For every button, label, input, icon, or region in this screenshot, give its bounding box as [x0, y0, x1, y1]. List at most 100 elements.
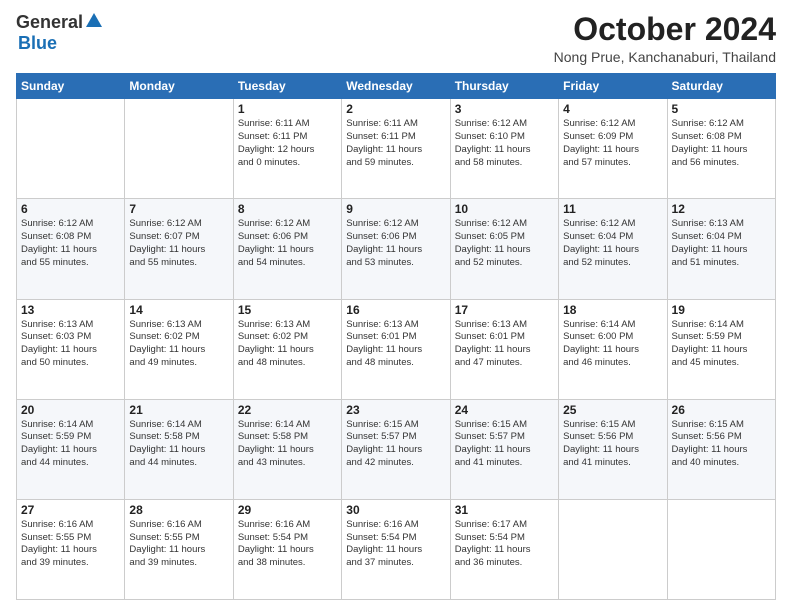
calendar-cell: 3 Sunrise: 6:12 AM Sunset: 6:10 PM Daylig…	[450, 99, 558, 199]
day-info: Sunrise: 6:12 AM Sunset: 6:06 PM Dayligh…	[346, 218, 445, 269]
day-info: Sunrise: 6:14 AM Sunset: 5:58 PM Dayligh…	[238, 419, 337, 470]
calendar-header-saturday: Saturday	[667, 74, 775, 99]
logo-blue-text: Blue	[18, 33, 57, 54]
day-info: Sunrise: 6:11 AM Sunset: 6:11 PM Dayligh…	[238, 118, 337, 169]
calendar-cell: 18 Sunrise: 6:14 AM Sunset: 6:00 PM Dayli…	[559, 299, 667, 399]
day-number: 7	[129, 202, 228, 216]
calendar-cell: 1Sunrise: 6:11 AM Sunset: 6:11 PM Daylig…	[233, 99, 341, 199]
day-number: 13	[21, 303, 120, 317]
day-number: 31	[455, 503, 554, 517]
day-info: Sunrise: 6:14 AM Sunset: 6:00 PM Dayligh…	[563, 319, 662, 370]
calendar-cell: 2 Sunrise: 6:11 AM Sunset: 6:11 PM Daylig…	[342, 99, 450, 199]
calendar-cell: 22 Sunrise: 6:14 AM Sunset: 5:58 PM Dayli…	[233, 399, 341, 499]
day-number: 25	[563, 403, 662, 417]
calendar-cell: 20 Sunrise: 6:14 AM Sunset: 5:59 PM Dayli…	[17, 399, 125, 499]
day-info: Sunrise: 6:12 AM Sunset: 6:08 PM Dayligh…	[21, 218, 120, 269]
calendar-cell: 4 Sunrise: 6:12 AM Sunset: 6:09 PM Daylig…	[559, 99, 667, 199]
month-title: October 2024	[554, 12, 776, 47]
calendar-cell: 6 Sunrise: 6:12 AM Sunset: 6:08 PM Daylig…	[17, 199, 125, 299]
day-number: 14	[129, 303, 228, 317]
day-info: Sunrise: 6:15 AM Sunset: 5:56 PM Dayligh…	[563, 419, 662, 470]
day-number: 20	[21, 403, 120, 417]
calendar-cell: 19 Sunrise: 6:14 AM Sunset: 5:59 PM Dayli…	[667, 299, 775, 399]
day-number: 8	[238, 202, 337, 216]
logo: General Blue	[16, 12, 102, 54]
day-info: Sunrise: 6:12 AM Sunset: 6:07 PM Dayligh…	[129, 218, 228, 269]
day-info: Sunrise: 6:13 AM Sunset: 6:04 PM Dayligh…	[672, 218, 771, 269]
day-number: 29	[238, 503, 337, 517]
logo-arrow-icon	[86, 13, 102, 29]
calendar-week-row: 1Sunrise: 6:11 AM Sunset: 6:11 PM Daylig…	[17, 99, 776, 199]
title-block: October 2024 Nong Prue, Kanchanaburi, Th…	[554, 12, 776, 65]
day-info: Sunrise: 6:13 AM Sunset: 6:02 PM Dayligh…	[129, 319, 228, 370]
day-number: 18	[563, 303, 662, 317]
day-number: 11	[563, 202, 662, 216]
calendar-header-thursday: Thursday	[450, 74, 558, 99]
day-info: Sunrise: 6:15 AM Sunset: 5:57 PM Dayligh…	[455, 419, 554, 470]
calendar-week-row: 6 Sunrise: 6:12 AM Sunset: 6:08 PM Daylig…	[17, 199, 776, 299]
calendar-cell	[125, 99, 233, 199]
day-number: 16	[346, 303, 445, 317]
page-header: General Blue October 2024 Nong Prue, Kan…	[16, 12, 776, 65]
day-info: Sunrise: 6:16 AM Sunset: 5:54 PM Dayligh…	[346, 519, 445, 570]
calendar-header-row: SundayMondayTuesdayWednesdayThursdayFrid…	[17, 74, 776, 99]
day-info: Sunrise: 6:13 AM Sunset: 6:01 PM Dayligh…	[455, 319, 554, 370]
day-number: 26	[672, 403, 771, 417]
calendar-cell: 9 Sunrise: 6:12 AM Sunset: 6:06 PM Daylig…	[342, 199, 450, 299]
day-number: 9	[346, 202, 445, 216]
day-number: 3	[455, 102, 554, 116]
day-info: Sunrise: 6:16 AM Sunset: 5:55 PM Dayligh…	[21, 519, 120, 570]
calendar-cell: 24 Sunrise: 6:15 AM Sunset: 5:57 PM Dayli…	[450, 399, 558, 499]
calendar-week-row: 27Sunrise: 6:16 AM Sunset: 5:55 PM Dayli…	[17, 499, 776, 599]
day-number: 2	[346, 102, 445, 116]
day-info: Sunrise: 6:13 AM Sunset: 6:02 PM Dayligh…	[238, 319, 337, 370]
logo-general-text: General	[16, 12, 83, 33]
calendar-cell: 11 Sunrise: 6:12 AM Sunset: 6:04 PM Dayli…	[559, 199, 667, 299]
day-info: Sunrise: 6:14 AM Sunset: 5:59 PM Dayligh…	[21, 419, 120, 470]
calendar-cell: 16Sunrise: 6:13 AM Sunset: 6:01 PM Dayli…	[342, 299, 450, 399]
calendar-cell: 30Sunrise: 6:16 AM Sunset: 5:54 PM Dayli…	[342, 499, 450, 599]
day-number: 22	[238, 403, 337, 417]
calendar-week-row: 13Sunrise: 6:13 AM Sunset: 6:03 PM Dayli…	[17, 299, 776, 399]
calendar-cell	[17, 99, 125, 199]
day-info: Sunrise: 6:12 AM Sunset: 6:09 PM Dayligh…	[563, 118, 662, 169]
day-info: Sunrise: 6:17 AM Sunset: 5:54 PM Dayligh…	[455, 519, 554, 570]
day-number: 15	[238, 303, 337, 317]
calendar-cell: 23 Sunrise: 6:15 AM Sunset: 5:57 PM Dayli…	[342, 399, 450, 499]
day-info: Sunrise: 6:14 AM Sunset: 5:58 PM Dayligh…	[129, 419, 228, 470]
calendar-cell: 26Sunrise: 6:15 AM Sunset: 5:56 PM Dayli…	[667, 399, 775, 499]
day-number: 23	[346, 403, 445, 417]
day-number: 10	[455, 202, 554, 216]
calendar-cell: 7 Sunrise: 6:12 AM Sunset: 6:07 PM Daylig…	[125, 199, 233, 299]
calendar-header-monday: Monday	[125, 74, 233, 99]
day-number: 17	[455, 303, 554, 317]
day-number: 6	[21, 202, 120, 216]
calendar-cell: 15 Sunrise: 6:13 AM Sunset: 6:02 PM Dayli…	[233, 299, 341, 399]
calendar-cell: 28 Sunrise: 6:16 AM Sunset: 5:55 PM Dayli…	[125, 499, 233, 599]
day-number: 21	[129, 403, 228, 417]
day-number: 4	[563, 102, 662, 116]
calendar-cell	[667, 499, 775, 599]
day-info: Sunrise: 6:12 AM Sunset: 6:08 PM Dayligh…	[672, 118, 771, 169]
day-number: 5	[672, 102, 771, 116]
calendar-cell: 10 Sunrise: 6:12 AM Sunset: 6:05 PM Dayli…	[450, 199, 558, 299]
calendar-cell: 14 Sunrise: 6:13 AM Sunset: 6:02 PM Dayli…	[125, 299, 233, 399]
calendar-cell: 17 Sunrise: 6:13 AM Sunset: 6:01 PM Dayli…	[450, 299, 558, 399]
calendar-header-wednesday: Wednesday	[342, 74, 450, 99]
day-info: Sunrise: 6:12 AM Sunset: 6:04 PM Dayligh…	[563, 218, 662, 269]
day-info: Sunrise: 6:12 AM Sunset: 6:05 PM Dayligh…	[455, 218, 554, 269]
day-number: 19	[672, 303, 771, 317]
day-info: Sunrise: 6:16 AM Sunset: 5:55 PM Dayligh…	[129, 519, 228, 570]
day-info: Sunrise: 6:11 AM Sunset: 6:11 PM Dayligh…	[346, 118, 445, 169]
day-number: 28	[129, 503, 228, 517]
day-number: 12	[672, 202, 771, 216]
calendar-cell: 31 Sunrise: 6:17 AM Sunset: 5:54 PM Dayli…	[450, 499, 558, 599]
calendar-cell	[559, 499, 667, 599]
calendar-header-friday: Friday	[559, 74, 667, 99]
calendar-cell: 25 Sunrise: 6:15 AM Sunset: 5:56 PM Dayli…	[559, 399, 667, 499]
day-info: Sunrise: 6:12 AM Sunset: 6:10 PM Dayligh…	[455, 118, 554, 169]
day-info: Sunrise: 6:14 AM Sunset: 5:59 PM Dayligh…	[672, 319, 771, 370]
calendar-table: SundayMondayTuesdayWednesdayThursdayFrid…	[16, 73, 776, 600]
day-info: Sunrise: 6:15 AM Sunset: 5:57 PM Dayligh…	[346, 419, 445, 470]
day-number: 24	[455, 403, 554, 417]
